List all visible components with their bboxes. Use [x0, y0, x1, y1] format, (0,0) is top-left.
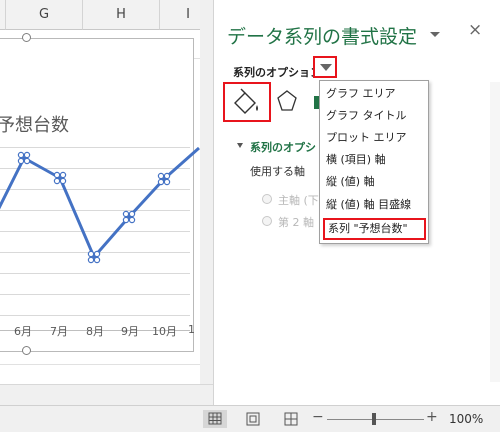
pane-scrollbar[interactable]: [490, 82, 500, 382]
selection-marker: [23, 151, 31, 159]
radio-secondary-axis[interactable]: [262, 216, 272, 226]
selection-marker: [59, 171, 67, 179]
x-tick-label: 6月: [14, 325, 32, 338]
status-bar: − + 100%: [0, 405, 500, 432]
normal-view-button[interactable]: [203, 410, 227, 428]
menu-item-vertical-axis[interactable]: 縦 (値) 軸: [323, 171, 426, 193]
chart-elements-dropdown-menu: グラフ エリア グラフ タイトル プロット エリア 横 (項目) 軸 縦 (値)…: [319, 80, 429, 244]
selection-marker: [128, 210, 136, 218]
vertical-scrollbar[interactable]: [200, 0, 213, 405]
zoom-slider-thumb[interactable]: [372, 413, 376, 425]
effects-tab[interactable]: [276, 88, 298, 114]
axis-label: 使用する軸: [250, 165, 305, 178]
selection-marker: [163, 172, 171, 180]
x-tick-label: 1: [188, 323, 195, 336]
x-tick-label: 7月: [50, 325, 68, 338]
zoom-out-button[interactable]: −: [312, 409, 324, 425]
selection-marker: [122, 210, 130, 218]
selection-marker: [93, 256, 101, 264]
selection-marker: [163, 178, 171, 186]
pane-title: データ系列の書式設定: [227, 26, 418, 48]
zoom-in-button[interactable]: +: [426, 409, 438, 425]
menu-item-plot-area[interactable]: プロット エリア: [323, 127, 426, 149]
radio-secondary-axis-label: 第 2 軸: [278, 216, 314, 229]
selection-marker: [59, 177, 67, 185]
fill-line-tab[interactable]: [223, 82, 271, 122]
horizontal-scrollbar[interactable]: [0, 384, 213, 405]
selection-marker: [53, 171, 61, 179]
fill-line-icon: [234, 88, 258, 114]
selection-marker: [17, 157, 25, 165]
page-layout-view-button[interactable]: [241, 410, 265, 428]
selection-marker: [87, 256, 95, 264]
selection-marker: [53, 177, 61, 185]
series-line[interactable]: [0, 146, 200, 259]
page-break-preview-button[interactable]: [279, 410, 303, 428]
selection-marker: [93, 250, 101, 258]
zoom-level[interactable]: 100%: [449, 412, 483, 426]
menu-item-chart-area[interactable]: グラフ エリア: [323, 83, 426, 105]
x-tick-label: 10月: [152, 325, 177, 338]
normal-view-icon: [208, 412, 222, 425]
page-break-icon: [284, 412, 298, 426]
radio-primary-axis-label: 主軸 (下: [278, 194, 319, 207]
dropdown-arrow-icon: [320, 64, 332, 71]
selection-marker: [17, 151, 25, 159]
selection-marker: [157, 172, 165, 180]
selection-marker: [23, 157, 31, 165]
close-icon[interactable]: ×: [468, 20, 482, 40]
selection-marker: [157, 178, 165, 186]
collapse-triangle-icon[interactable]: [237, 143, 243, 148]
effects-icon: [277, 90, 297, 111]
x-tick-label: 9月: [121, 325, 139, 338]
series-options-dropdown-button[interactable]: [313, 56, 337, 78]
selection-marker: [87, 250, 95, 258]
menu-item-series-selected[interactable]: 系列 "予想台数": [323, 218, 426, 240]
menu-item-chart-title[interactable]: グラフ タイトル: [323, 105, 426, 127]
page-layout-icon: [246, 412, 260, 426]
menu-item-horizontal-axis[interactable]: 横 (項目) 軸: [323, 149, 426, 171]
worksheet-area[interactable]: G H I 予想台数 6月 7月 8月 9月 10月 1: [0, 0, 213, 405]
section-header-series-options[interactable]: 系列のオプシ: [250, 139, 316, 155]
radio-primary-axis[interactable]: [262, 194, 272, 204]
menu-item-vertical-gridlines[interactable]: 縦 (値) 軸 目盛線: [323, 194, 426, 216]
selection-marker: [122, 216, 130, 224]
pane-options-caret-icon[interactable]: [430, 32, 440, 37]
selection-marker: [128, 216, 136, 224]
x-tick-label: 8月: [86, 325, 104, 338]
series-options-label[interactable]: 系列のオプション: [233, 64, 321, 80]
